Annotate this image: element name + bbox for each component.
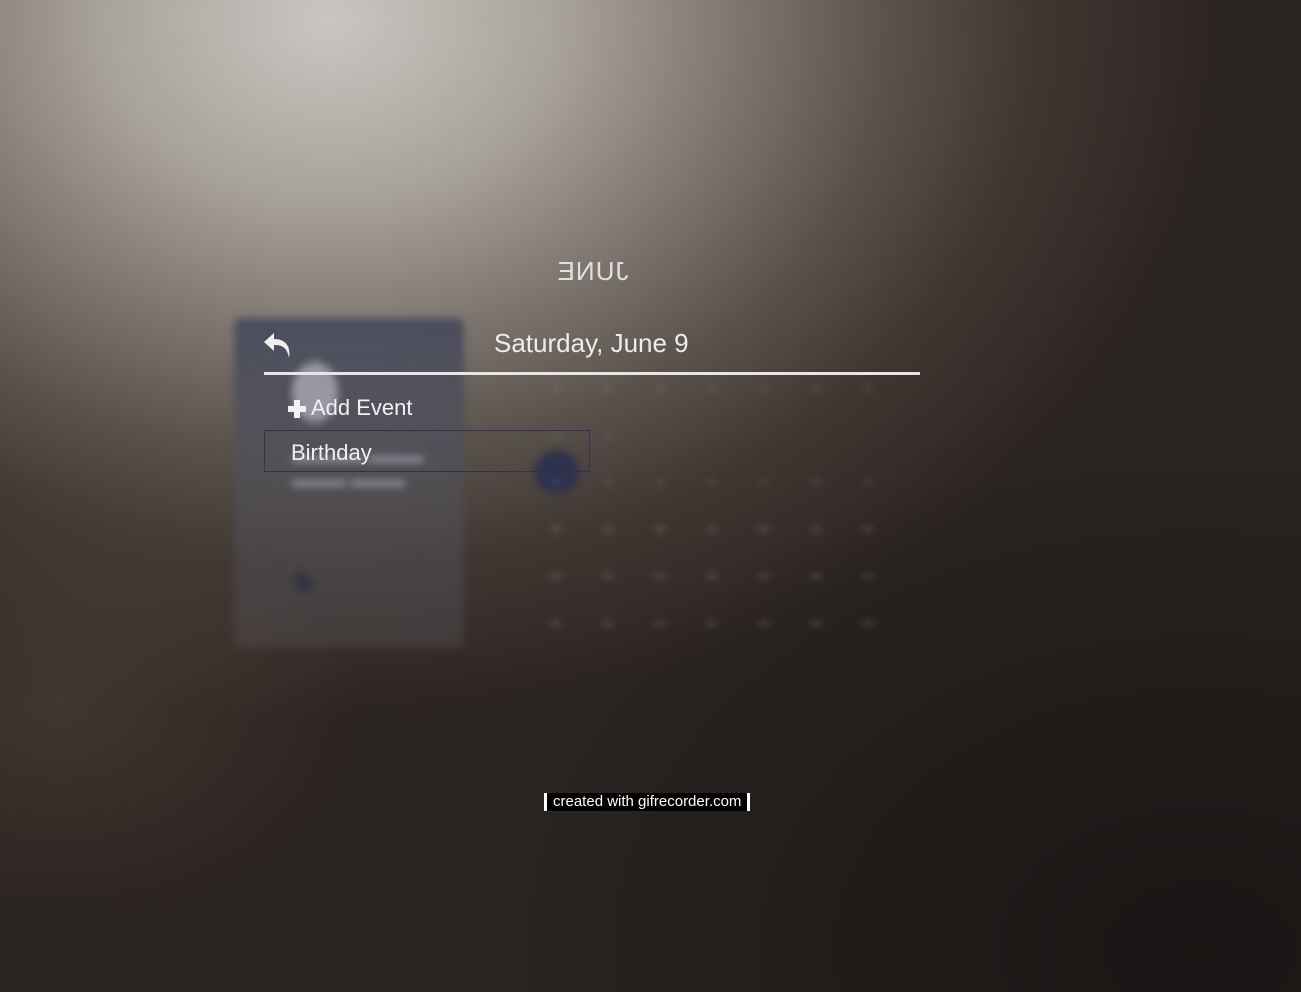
blurred-day-grid: • • • • • • • ▪ ▪ ▪ ▪ ▪ ▪ ▪ ▪ ▪ ▪▪ ▪▪ ▪▪ ▪▪ ▪▪ ▪▪ ▪▪ ▪▪ ▪▪ ▪▪… xyxy=(550,380,874,632)
blurred-side-card xyxy=(234,318,464,648)
blurred-calendar-background: ▬▬▬▬ ▬▬▬ ▬▬▬ ▬▬▬ • • • • • • • ▪ ▪ ▪ ▪ ▪ ▪ ▪ ▪ ▪ ▪▪ ▪▪… xyxy=(0,0,1301,992)
background-shadow xyxy=(0,0,1301,992)
blurred-card-line: ▬▬▬ ▬▬▬ xyxy=(292,470,406,490)
blurred-pen-icon xyxy=(291,569,315,595)
header-divider xyxy=(264,372,920,375)
event-list-item[interactable]: Birthday xyxy=(264,430,590,472)
add-event-button[interactable]: Add Event xyxy=(288,395,413,421)
plus-icon xyxy=(288,399,306,418)
background-tint xyxy=(0,500,500,900)
month-title: JUNE xyxy=(556,256,629,286)
add-event-label: Add Event xyxy=(311,395,413,420)
back-button[interactable] xyxy=(262,331,294,361)
selected-day-title: Saturday, June 9 xyxy=(494,328,689,358)
watermark: created with gifrecorder.com xyxy=(544,793,751,811)
back-arrow-icon xyxy=(264,333,290,358)
event-title: Birthday xyxy=(291,440,372,465)
